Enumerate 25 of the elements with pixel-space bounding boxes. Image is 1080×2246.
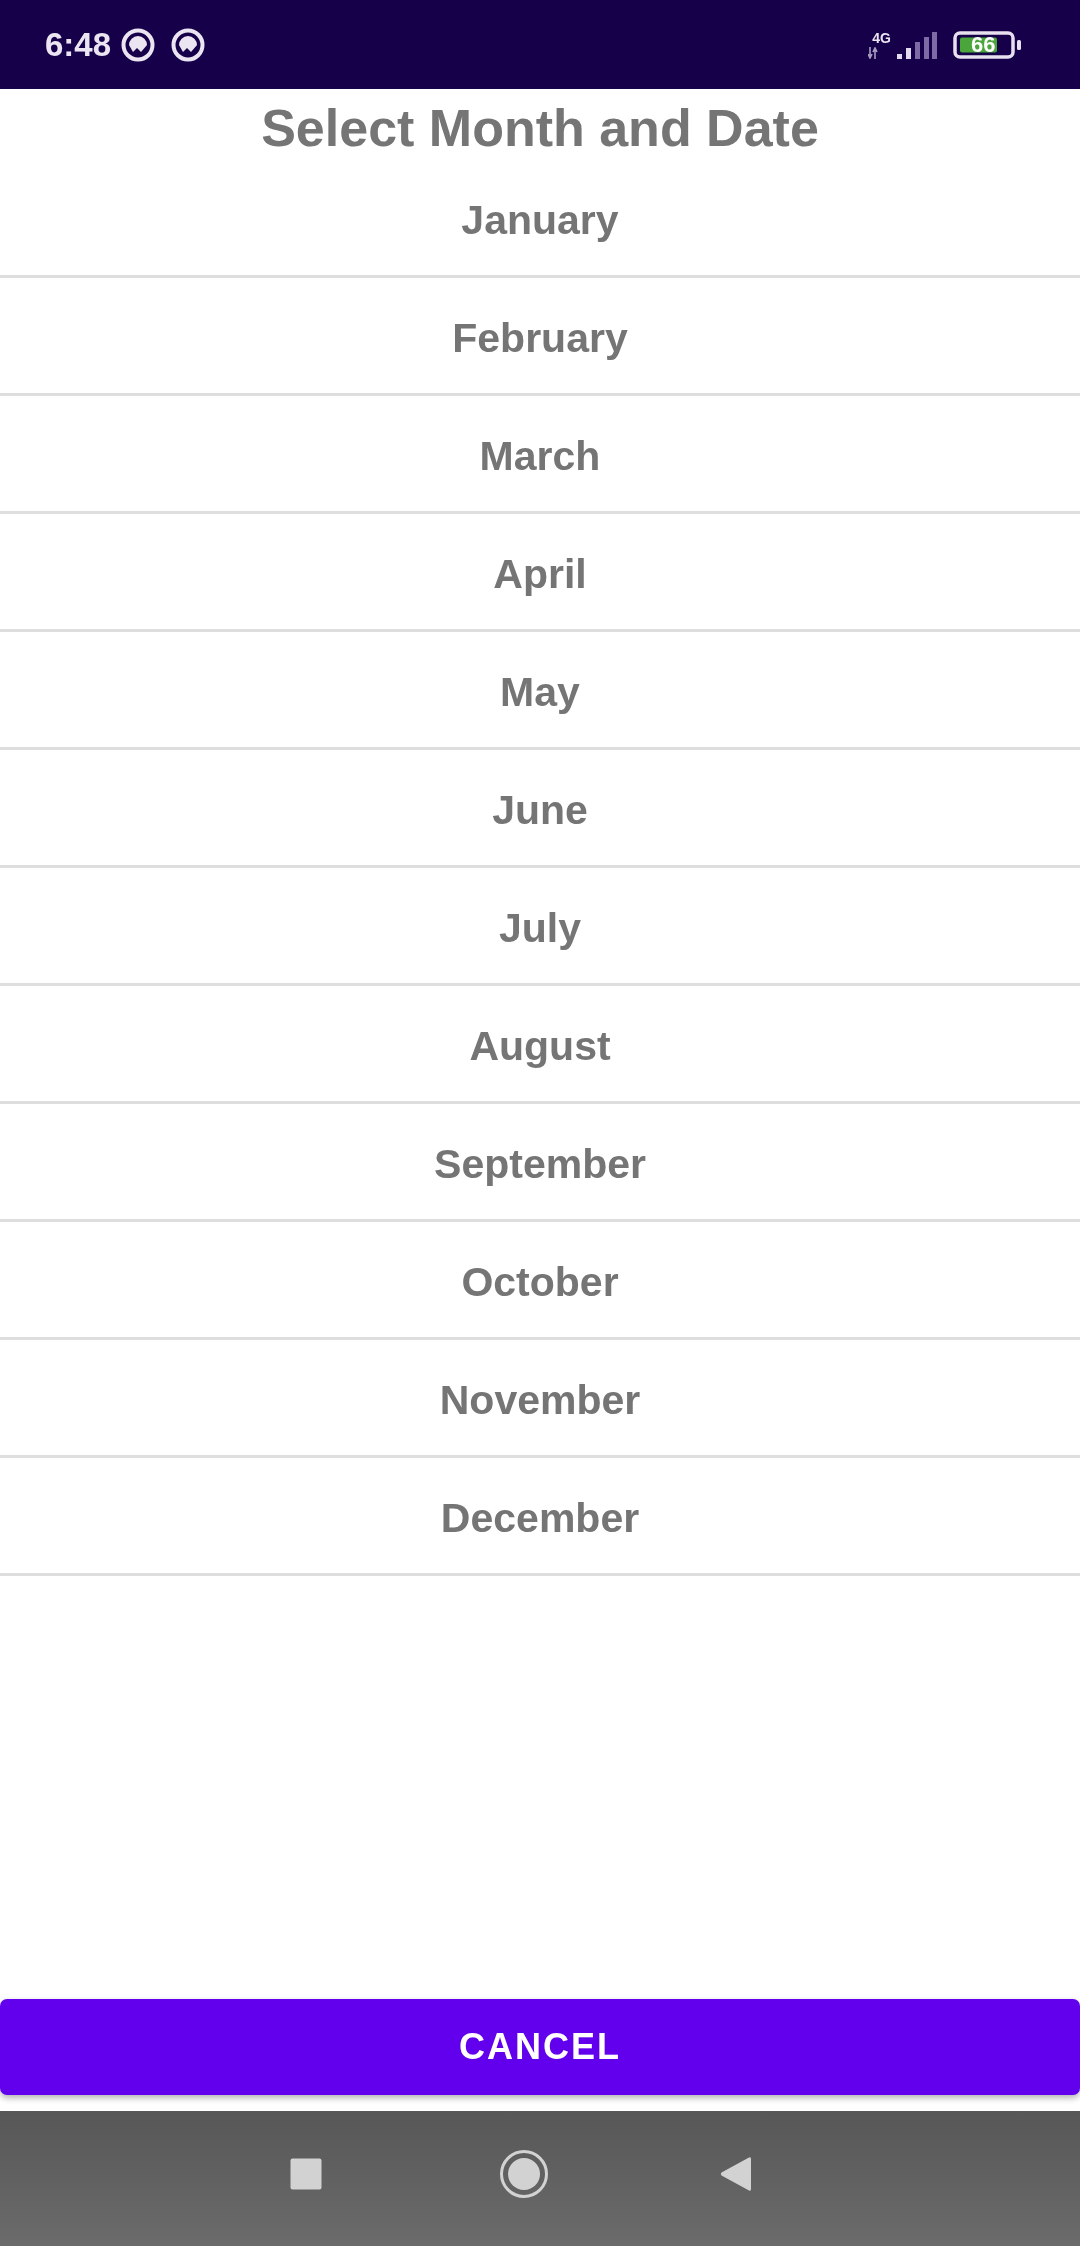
home-icon[interactable] [500, 2149, 548, 2198]
status-time: 6:48 [45, 26, 112, 63]
month-item[interactable]: August [0, 986, 1080, 1104]
month-item[interactable]: February [0, 278, 1080, 396]
dialog-title: Select Month and Date [261, 97, 819, 158]
month-item[interactable]: June [0, 750, 1080, 868]
month-item[interactable]: January [0, 160, 1080, 278]
battery-icon [953, 30, 1023, 59]
month-item[interactable]: December [0, 1458, 1080, 1576]
month-item[interactable]: March [0, 396, 1080, 514]
month-item[interactable]: April [0, 514, 1080, 632]
month-item[interactable]: May [0, 632, 1080, 750]
month-item[interactable]: July [0, 868, 1080, 986]
month-item[interactable]: October [0, 1222, 1080, 1340]
network-type: 4G [872, 30, 891, 45]
signal-icon [897, 31, 937, 59]
month-item[interactable]: September [0, 1104, 1080, 1222]
cancel-button[interactable]: CANCEL [0, 1999, 1080, 2095]
month-item[interactable]: November [0, 1340, 1080, 1458]
back-icon[interactable] [720, 2155, 751, 2192]
square-icon[interactable] [290, 2157, 322, 2190]
data-arrows-icon [868, 46, 879, 59]
circle-logo-icon [171, 27, 206, 62]
circle-logo-icon [121, 27, 156, 62]
battery-percent: 66 [971, 32, 996, 57]
